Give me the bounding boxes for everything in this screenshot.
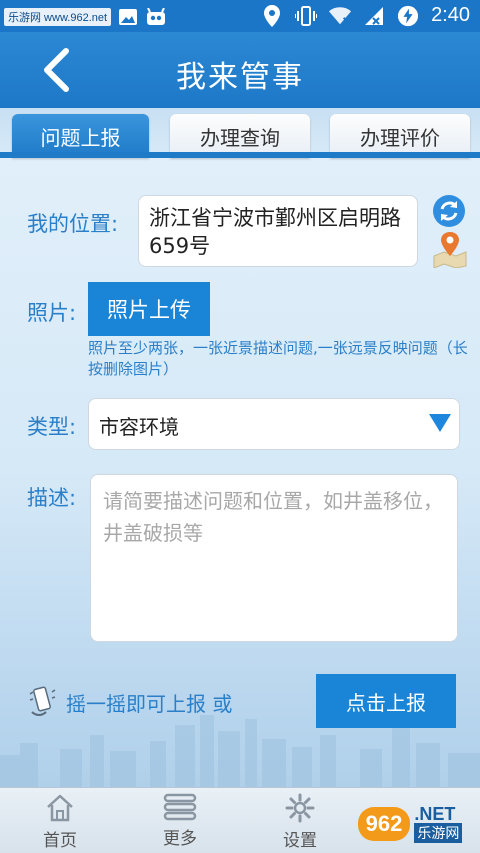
- nav-more[interactable]: 更多: [140, 792, 220, 852]
- map-pin-icon[interactable]: [432, 230, 468, 269]
- nav-settings-label: 设置: [283, 831, 317, 851]
- photo-hint: 照片至少两张，一张近景描述问题,一张远景反映问题（长按删除图片）: [88, 339, 468, 378]
- description-input[interactable]: 请简要描述问题和位置，如井盖移位，井盖破损等: [90, 474, 458, 642]
- tab-underline: [0, 152, 480, 158]
- nav-home[interactable]: 首页: [20, 792, 100, 852]
- title-bar: 我来管事: [0, 32, 480, 108]
- description-label: 描述:: [27, 486, 77, 510]
- robot-icon: [145, 6, 167, 28]
- shake-phone-icon: [29, 686, 56, 716]
- status-bar-right: 2:40: [261, 4, 470, 27]
- type-label: 类型:: [27, 415, 77, 439]
- vibrate-icon: [295, 5, 318, 27]
- nav-home-label: 首页: [43, 831, 77, 851]
- shake-text: 摇一摇即可上报 或: [66, 691, 233, 716]
- watermark-cn: 乐游网: [414, 823, 463, 843]
- watermark-badge: 962: [357, 807, 411, 841]
- signal-icon: [363, 5, 385, 27]
- page-title: 我来管事: [176, 60, 304, 95]
- photo-upload-button[interactable]: 照片上传: [88, 282, 210, 336]
- wifi-icon: [329, 5, 352, 27]
- tab-bar: 问题上报 办理查询 办理评价: [0, 108, 480, 158]
- image-icon: [117, 6, 139, 28]
- submit-report-button[interactable]: 点击上报: [316, 674, 456, 728]
- type-select-value: 市容环境: [99, 415, 179, 439]
- watermark-net: .NET: [414, 804, 456, 824]
- nav-settings[interactable]: 设置: [260, 792, 340, 852]
- shake-to-report: 摇一摇即可上报 或: [28, 686, 232, 718]
- status-bar: 乐游网 www.962.net 2:40: [0, 0, 480, 32]
- site-watermark: 962 .NET 乐游网: [344, 799, 476, 849]
- watermark-text: 乐游网 www.962.net: [4, 8, 112, 26]
- refresh-icon[interactable]: [432, 194, 466, 228]
- status-bar-left: 乐游网 www.962.net: [4, 6, 167, 28]
- photo-label: 照片:: [27, 301, 77, 325]
- type-select[interactable]: 市容环境: [88, 398, 460, 450]
- location-field[interactable]: 浙江省宁波市鄞州区启明路659号: [138, 195, 418, 267]
- watermark-right: .NET 乐游网: [414, 804, 463, 843]
- menu-icon: [163, 793, 197, 821]
- nav-more-label: 更多: [163, 829, 197, 849]
- location-label: 我的位置:: [27, 212, 119, 236]
- clock: 2:40: [431, 4, 470, 26]
- gear-icon: [285, 793, 315, 823]
- home-icon: [47, 794, 73, 822]
- dropdown-arrow-icon: [429, 414, 451, 432]
- location-pin-icon: [261, 4, 283, 27]
- battery-icon: [397, 5, 419, 27]
